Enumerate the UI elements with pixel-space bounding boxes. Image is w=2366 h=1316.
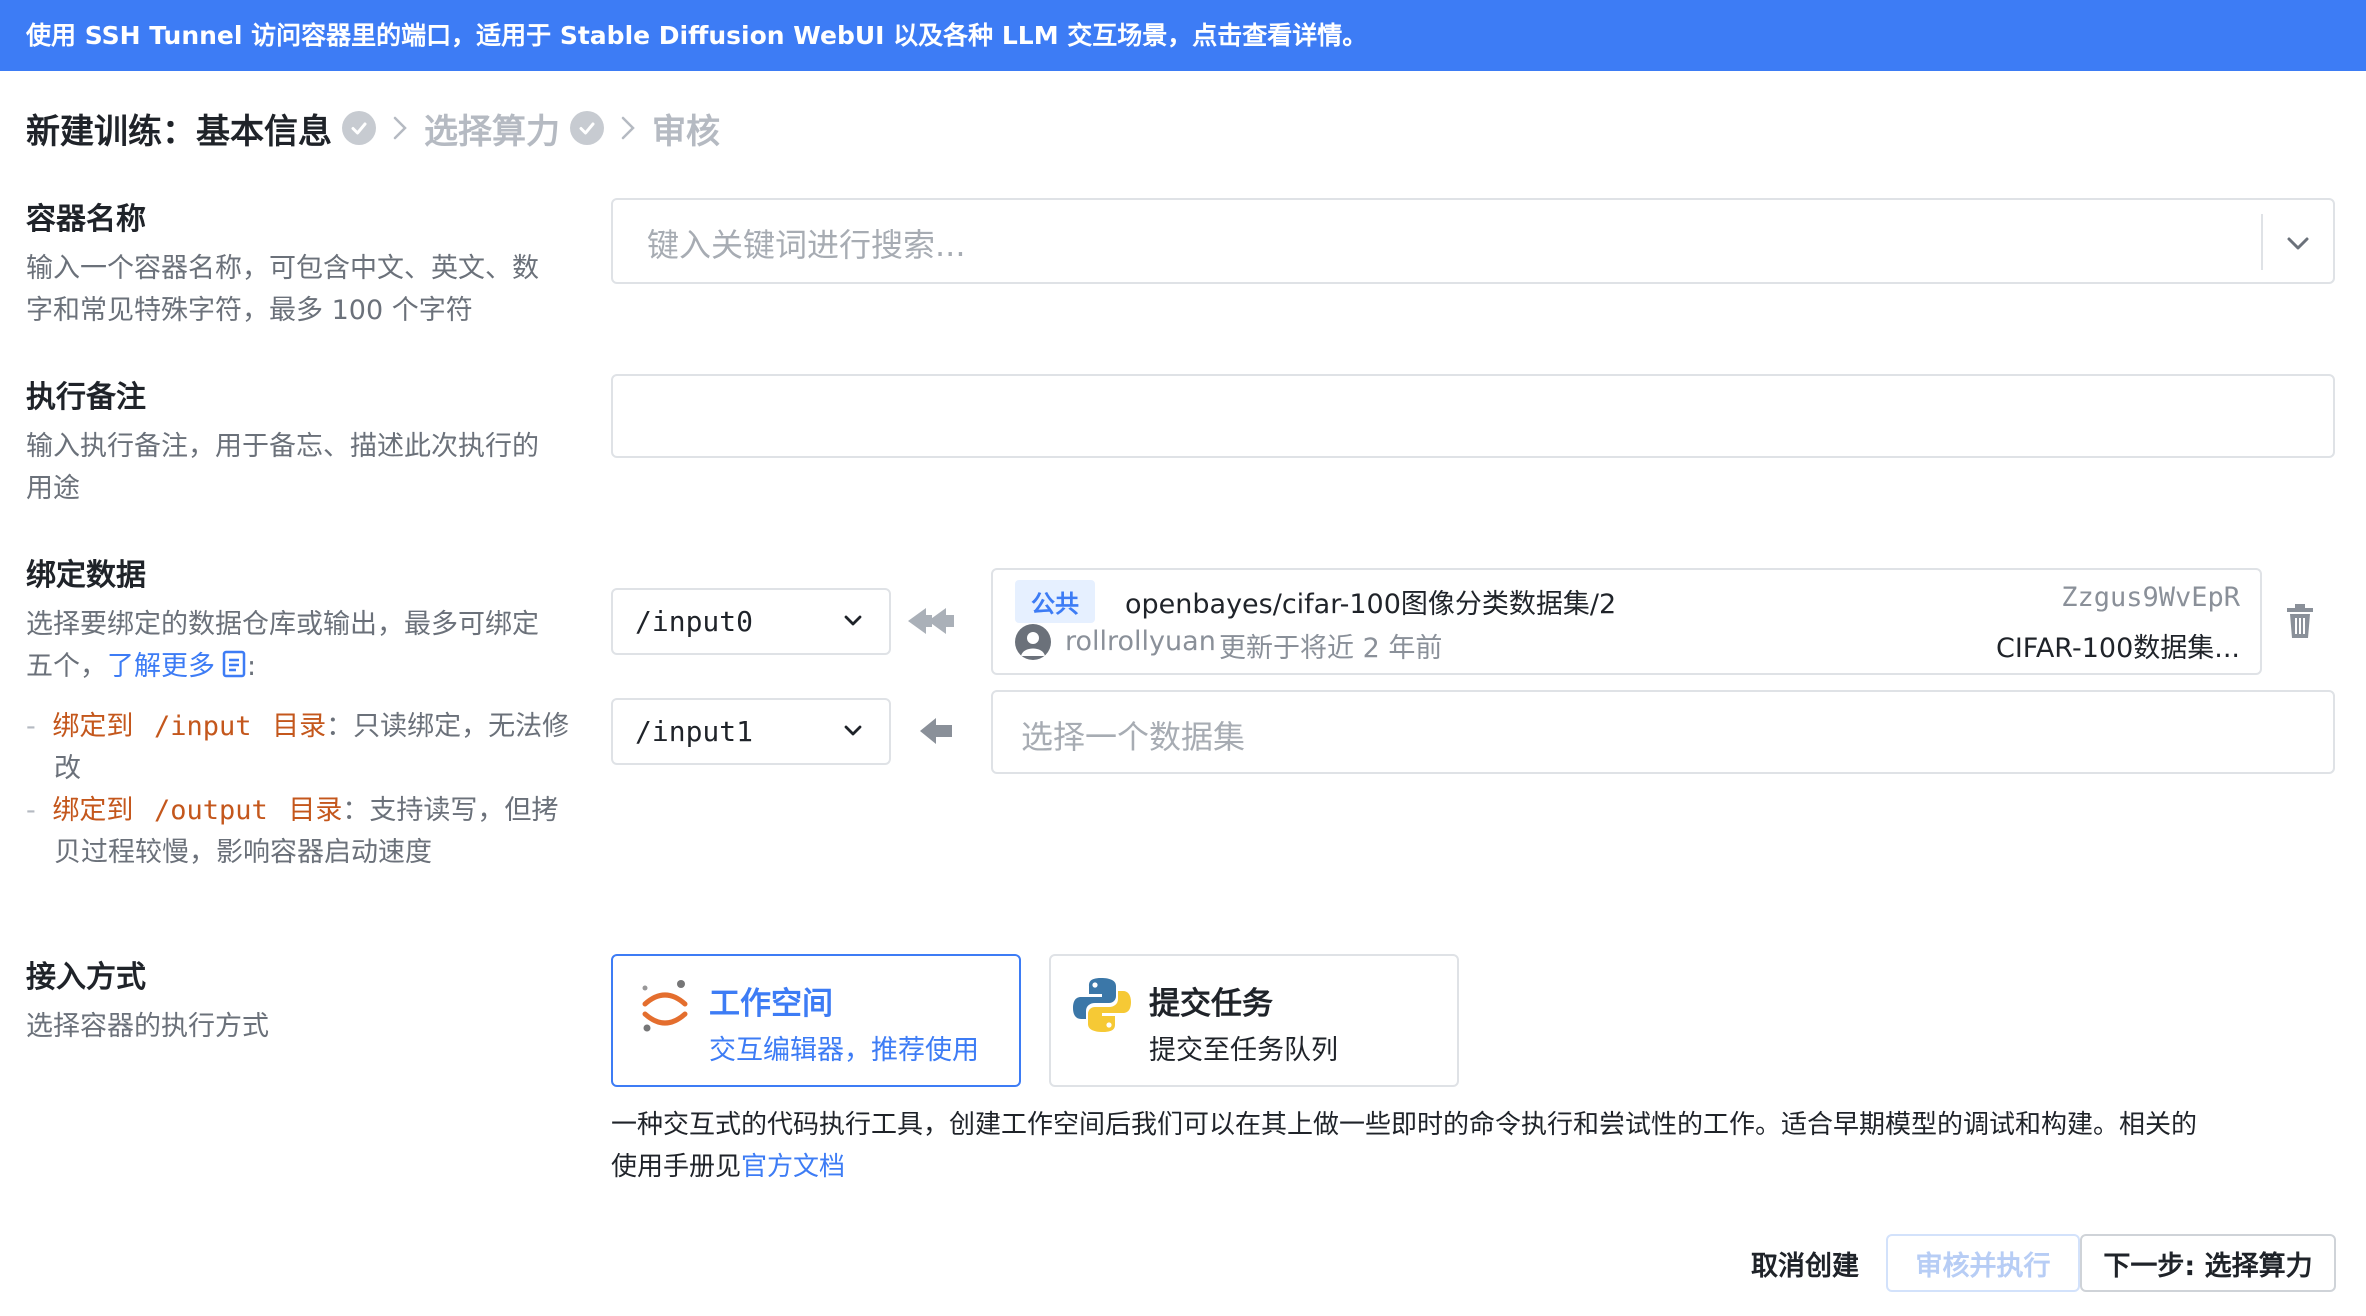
bind-data-desc-line1: 选择要绑定的数据仓库或输出，最多可绑定: [26, 609, 539, 640]
bind-data-desc-line2: 五个，了解更多 :: [26, 646, 256, 692]
dataset-card[interactable]: 公共 openbayes/cifar-100图像分类数据集/2 Zzgus9Wv…: [991, 568, 2262, 675]
note-desc-line1: 输入执行备注，用于备忘、描述此次执行的: [26, 431, 539, 462]
official-docs-link[interactable]: 官方文档: [741, 1152, 845, 1182]
trash-icon[interactable]: [2282, 602, 2318, 644]
check-circle-icon: [342, 111, 376, 145]
mount-select-value: /input0: [635, 605, 754, 638]
chevron-down-icon: [839, 716, 867, 748]
combobox-divider: [2261, 214, 2263, 270]
container-name-placeholder: 键入关键词进行搜索...: [647, 226, 966, 264]
mode-submit-title: 提交任务: [1149, 986, 1273, 1022]
step-breadcrumb: 新建训练： 基本信息 选择算力 审核: [26, 100, 720, 156]
mode-workspace-title: 工作空间: [709, 986, 833, 1022]
bind-bullet-input-line1: - 绑定到 /input 目录：只读绑定，无法修: [26, 711, 570, 742]
dataset-select-placeholder: 选择一个数据集: [1021, 718, 1246, 756]
bind-data-title: 绑定数据: [26, 558, 146, 593]
arrow-left-icon: [918, 715, 954, 751]
announcement-banner[interactable]: 使用 SSH Tunnel 访问容器里的端口，适用于 Stable Diffus…: [0, 0, 2366, 71]
mode-workspace-subtitle: 交互编辑器，推荐使用: [709, 1035, 979, 1066]
step-review: 审核: [652, 111, 720, 152]
access-mode-title: 接入方式: [26, 960, 146, 995]
review-and-run-button[interactable]: 审核并执行: [1886, 1234, 2080, 1292]
next-step-button[interactable]: 下一步: 选择算力: [2080, 1234, 2336, 1292]
python-icon: [1071, 974, 1133, 1040]
container-name-combobox[interactable]: 键入关键词进行搜索...: [611, 198, 2335, 284]
bind-data-desc-prefix: 五个，: [26, 651, 107, 682]
learn-more-link[interactable]: 了解更多: [107, 651, 215, 682]
check-circle-icon: [570, 111, 604, 145]
double-arrow-left-icon: [906, 604, 956, 642]
access-explain-line2: 使用手册见官方文档: [611, 1152, 846, 1182]
dataset-short-desc: CIFAR-100数据集...: [1995, 633, 2240, 664]
chevron-right-icon: [392, 115, 408, 141]
dataset-select-input[interactable]: 选择一个数据集: [991, 690, 2335, 774]
bind-bullet-output-line2: 贝过程较慢，影响容器启动速度: [54, 837, 432, 868]
dataset-id: Zzgus9WvEpR: [2061, 582, 2240, 613]
mode-option-workspace[interactable]: 工作空间 交互编辑器，推荐使用: [611, 954, 1021, 1087]
document-icon[interactable]: [221, 649, 247, 692]
access-mode-desc: 选择容器的执行方式: [26, 1011, 269, 1042]
mount-select-input0[interactable]: /input0: [611, 588, 891, 655]
avatar: [1015, 624, 1051, 660]
bind-data-desc-suffix: :: [247, 651, 257, 682]
container-name-desc-line1: 输入一个容器名称，可包含中文、英文、数: [26, 253, 539, 284]
bind-bullet-output-line1: - 绑定到 /output 目录：支持读写，但拷: [26, 795, 559, 826]
mode-submit-subtitle: 提交至任务队列: [1149, 1035, 1338, 1066]
step-basic-info: 基本信息: [196, 111, 332, 152]
chevron-down-icon: [839, 606, 867, 638]
mount-select-value: /input1: [635, 715, 754, 748]
jupyter-icon: [637, 976, 693, 1040]
access-explain-line1: 一种交互式的代码执行工具，创建工作空间后我们可以在其上做一些即时的命令执行和尝试…: [611, 1110, 2198, 1140]
chevron-down-icon[interactable]: [2281, 226, 2315, 264]
step-select-compute: 选择算力: [424, 111, 560, 152]
page-title: 新建训练：: [26, 111, 196, 152]
banner-text[interactable]: 使用 SSH Tunnel 访问容器里的端口，适用于 Stable Diffus…: [26, 0, 1367, 71]
bind-bullet-input-line2: 改: [54, 753, 81, 784]
container-name-title: 容器名称: [26, 202, 146, 237]
cancel-create-button[interactable]: 取消创建: [1730, 1234, 1880, 1292]
mode-option-submit-task[interactable]: 提交任务 提交至任务队列: [1049, 954, 1459, 1087]
dataset-owner: rollrollyuan: [1065, 626, 1216, 657]
public-badge: 公共: [1015, 580, 1095, 623]
mount-select-input1[interactable]: /input1: [611, 698, 891, 765]
dataset-name: openbayes/cifar-100图像分类数据集/2: [1125, 589, 1617, 620]
note-input[interactable]: [611, 374, 2335, 458]
note-desc-line2: 用途: [26, 473, 80, 504]
chevron-right-icon: [620, 115, 636, 141]
dataset-updated: 更新于将近 2 年前: [1219, 633, 1443, 664]
container-name-desc-line2: 字和常见特殊字符，最多 100 个字符: [26, 295, 473, 326]
note-title: 执行备注: [26, 380, 146, 415]
